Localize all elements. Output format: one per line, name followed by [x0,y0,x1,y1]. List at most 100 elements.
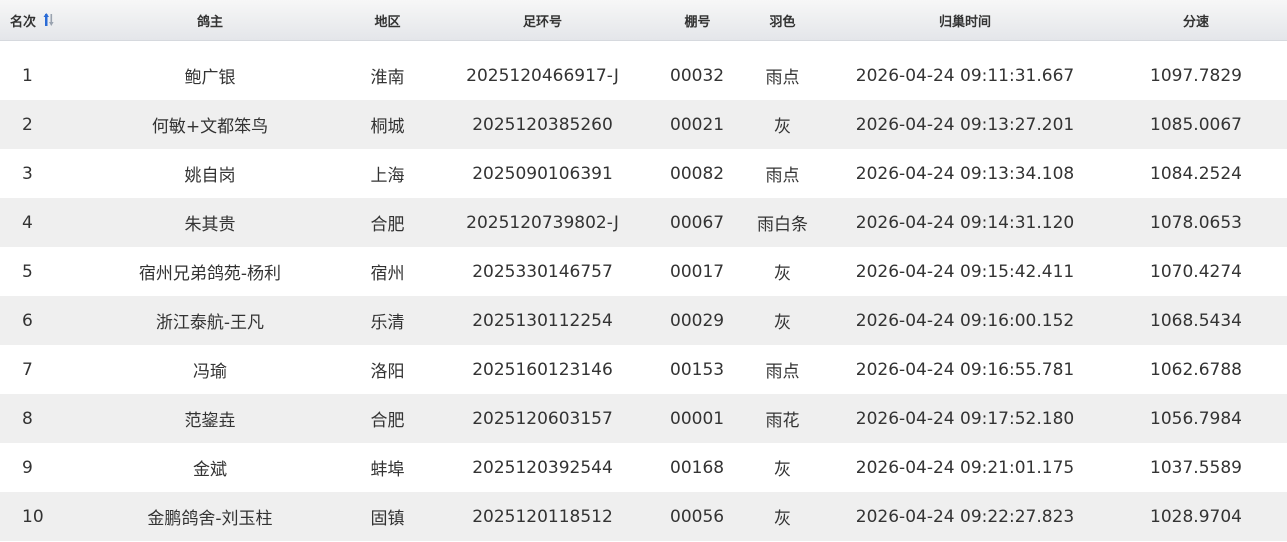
column-header-speed[interactable]: 分速 [1075,11,1287,30]
cell-rank: 2 [22,114,33,135]
cell-color: 灰 [774,460,791,480]
cell-rank: 6 [22,310,33,331]
cell-time: 2026-04-24 09:11:31.667 [855,65,1075,86]
cell-speed: 1062.6788 [1150,359,1242,380]
cell-region: 乐清 [370,313,405,333]
cell-time: 2026-04-24 09:22:27.823 [855,506,1075,527]
column-header-rank[interactable]: 名次 [0,11,55,30]
cell-speed: 1070.4274 [1150,261,1242,282]
cell-time: 2026-04-24 09:15:42.411 [855,261,1075,282]
cell-color: 灰 [774,117,791,137]
header-spacer [0,41,1287,51]
cell-color: 灰 [774,313,791,333]
cell-time: 2026-04-24 09:17:52.180 [855,408,1075,429]
cell-time: 2026-04-24 09:13:34.108 [855,163,1075,184]
table-row[interactable]: 4 朱其贵 合肥 2025120739802-J 000677 雨白条 2026-04-24… [0,198,1287,247]
cell-owner: 朱其贵 [184,215,236,235]
cell-speed: 1028.9704 [1150,506,1242,527]
table-body: 1 鲍广银 淮南 2025120466917-J 000327 雨点 2026-04-24 … [0,51,1287,541]
column-header-time[interactable]: 归巢时间 [815,11,1075,30]
cell-ring: 2025160123146 [472,359,613,380]
cell-color: 雨点 [765,166,800,186]
cell-loft: 000566 [670,506,725,527]
cell-ring: 2025330146757 [472,261,613,282]
cell-loft: 000012 [670,408,725,429]
cell-ring: 2025130112254 [472,310,613,331]
sort-icon[interactable] [43,12,55,28]
cell-rank: 1 [22,65,33,86]
table-header: 名次 鸽主 地区 足环号 棚号 羽色 归巢时间 分速 [0,0,1287,41]
cell-rank: 9 [22,457,33,478]
cell-ring: 2025090106391 [472,163,613,184]
cell-loft: 000825 [670,163,725,184]
cell-color: 雨白条 [757,215,808,235]
cell-owner: 冯瑜 [193,362,227,382]
cell-owner: 鲍广银 [184,68,236,88]
table-row[interactable]: 3 姚自岗 上海 2025090106391 000825 雨点 2026-04-24 09… [0,149,1287,198]
cell-region: 合肥 [370,411,405,431]
cell-owner: 范鋆垚 [184,411,236,431]
table-row[interactable]: 8 范鋆垚 合肥 2025120603157 000012 雨花 2026-04-24 09… [0,394,1287,443]
cell-speed: 1084.2524 [1150,163,1242,184]
cell-owner: 浙江泰航-王凡 [155,313,265,333]
cell-time: 2026-04-24 09:16:55.781 [855,359,1075,380]
cell-color: 雨点 [765,362,800,382]
column-header-loft[interactable]: 棚号 [635,11,725,30]
column-header-color[interactable]: 羽色 [725,11,815,30]
cell-time: 2026-04-24 09:13:27.201 [855,114,1075,135]
cell-region: 固镇 [370,509,405,529]
table-row[interactable]: 1 鲍广银 淮南 2025120466917-J 000327 雨点 2026-04-24 … [0,51,1287,100]
cell-speed: 1097.7829 [1150,65,1242,86]
results-table: 名次 鸽主 地区 足环号 棚号 羽色 归巢时间 分速 1 鲍广银 淮南 2025120… [0,0,1287,541]
cell-color: 雨点 [765,68,800,88]
cell-ring: 2025120739802-J [466,212,619,233]
column-header-owner[interactable]: 鸽主 [55,11,335,30]
cell-owner: 姚自岗 [184,166,236,186]
cell-rank: 10 [22,506,44,527]
cell-ring: 2025120392544 [472,457,613,478]
cell-region: 蚌埠 [370,460,405,480]
cell-owner: 宿州兄弟鸽苑-杨利 [138,264,282,284]
cell-rank: 8 [22,408,33,429]
cell-loft: 001687 [670,457,725,478]
cell-owner: 金斌 [193,460,227,480]
cell-speed: 1078.0653 [1150,212,1242,233]
cell-loft: 001537 [670,359,725,380]
cell-region: 桐城 [370,117,405,137]
cell-rank: 4 [22,212,33,233]
cell-time: 2026-04-24 09:14:31.120 [855,212,1075,233]
cell-loft: 000173 [670,261,725,282]
table-row[interactable]: 7 冯瑜 洛阳 2025160123146 001537 雨点 2026-04-24 09:… [0,345,1287,394]
cell-speed: 1085.0067 [1150,114,1242,135]
cell-color: 灰 [774,264,791,284]
table-row[interactable]: 5 宿州兄弟鸽苑-杨利 宿州 2025330146757 000173 灰 2026-04-… [0,247,1287,296]
cell-owner: 何敏+文都笨鸟 [151,117,269,137]
cell-rank: 3 [22,163,33,184]
cell-loft: 000218 [670,114,725,135]
cell-ring: 2025120603157 [472,408,613,429]
cell-color: 灰 [774,509,791,529]
table-row[interactable]: 6 浙江泰航-王凡 乐清 2025130112254 000295 灰 2026-04-24… [0,296,1287,345]
cell-loft: 000327 [670,65,725,86]
cell-region: 上海 [370,166,405,186]
cell-speed: 1068.5434 [1150,310,1242,331]
column-header-ring[interactable]: 足环号 [410,11,635,30]
cell-speed: 1056.7984 [1150,408,1242,429]
table-row[interactable]: 9 金斌 蚌埠 2025120392544 001687 灰 2026-04-24 09:2… [0,443,1287,492]
cell-region: 洛阳 [370,362,405,382]
cell-ring: 2025120118512 [472,506,613,527]
table-row[interactable]: 2 何敏+文都笨鸟 桐城 2025120385260 000218 灰 2026-04-24… [0,100,1287,149]
cell-color: 雨花 [765,411,800,431]
cell-ring: 2025120385260 [472,114,613,135]
column-header-region[interactable]: 地区 [335,11,410,30]
cell-ring: 2025120466917-J [466,65,619,86]
cell-region: 合肥 [370,215,405,235]
cell-rank: 7 [22,359,33,380]
column-header-rank-label: 名次 [10,14,37,30]
cell-speed: 1037.5589 [1150,457,1242,478]
cell-owner: 金鹏鸽舍-刘玉柱 [147,509,273,529]
cell-loft: 000295 [670,310,725,331]
table-row[interactable]: 10 金鹏鸽舍-刘玉柱 固镇 2025120118512 000566 灰 2026-04-… [0,492,1287,541]
cell-region: 淮南 [370,68,405,88]
cell-time: 2026-04-24 09:21:01.175 [855,457,1075,478]
